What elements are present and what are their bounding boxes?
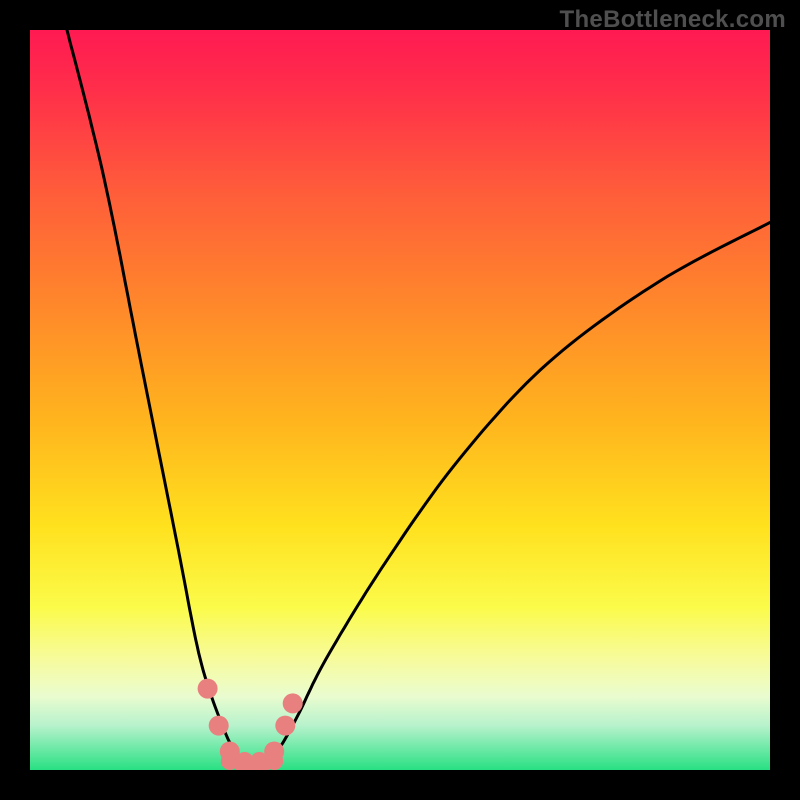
data-markers: [198, 679, 303, 770]
data-marker: [275, 716, 295, 736]
bottleneck-curve-line: [67, 30, 770, 770]
data-marker: [283, 693, 303, 713]
plot-area: [30, 30, 770, 770]
data-marker: [198, 679, 218, 699]
data-marker: [209, 716, 229, 736]
chart-svg: [30, 30, 770, 770]
data-marker: [265, 752, 283, 770]
watermark-text: TheBottleneck.com: [560, 6, 786, 34]
chart-frame: TheBottleneck.com: [0, 0, 800, 800]
